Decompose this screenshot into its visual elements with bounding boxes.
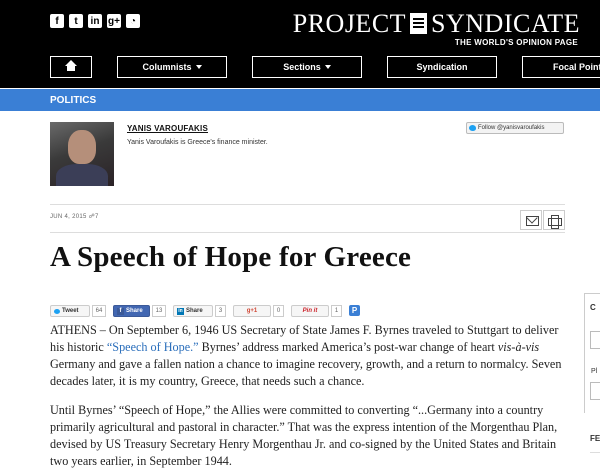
logo-word-project: PROJECT (292, 9, 407, 38)
nav-syndication-label: Syndication (416, 62, 468, 72)
twitter-follow-button[interactable]: Follow @yanisvaroufakis (466, 122, 564, 134)
facebook-share-label: Share (126, 308, 143, 314)
tweet-count: 64 (92, 305, 106, 317)
date-text: JUN 4, 2015 (50, 214, 87, 220)
tweet-label: Tweet (62, 308, 79, 314)
site-logo[interactable]: PROJECT SYNDICATE (293, 9, 580, 39)
linkedin-share-label: Share (186, 308, 203, 314)
comment-count[interactable]: ☍7 (89, 214, 99, 220)
nav-home-button[interactable] (50, 56, 92, 78)
author-bio: Yanis Varoufakis is Greece's finance min… (127, 139, 268, 146)
sidebar-heading: FE (590, 434, 600, 443)
linkedin-icon[interactable]: in (88, 14, 102, 28)
linkedin-count: 3 (215, 305, 226, 317)
sidebar-heading: C (590, 303, 596, 312)
tweet-button[interactable]: Tweet (50, 305, 90, 317)
divider (590, 452, 600, 453)
twitter-icon (54, 308, 60, 314)
section-bar: POLITICS (0, 89, 600, 111)
rss-icon[interactable]: ◔ (126, 14, 140, 28)
facebook-icon[interactable]: f (50, 14, 64, 28)
divider (50, 204, 565, 205)
nav-syndication[interactable]: Syndication (387, 56, 497, 78)
paragraph-text: Byrnes’ address marked America’s post-wa… (198, 340, 498, 354)
email-icon[interactable] (520, 210, 542, 230)
google-plus-button[interactable]: g+1 (233, 305, 271, 317)
paragraph-italic: vis-à-vis (497, 340, 540, 354)
paragraph-text: Germany and gave a fallen nation a chanc… (50, 357, 562, 388)
article-paragraph: Until Byrnes’ “Speech of Hope,” the Alli… (50, 403, 558, 468)
speech-of-hope-link[interactable]: “Speech of Hope.” (107, 340, 199, 354)
author-photo[interactable] (50, 122, 114, 186)
google-plus-count: 0 (273, 305, 284, 317)
nav-focal-points[interactable]: Focal Points (522, 56, 600, 78)
twitter-bird-icon (469, 125, 476, 131)
chevron-down-icon (195, 65, 202, 69)
nav-sections-label: Sections (283, 62, 321, 72)
pinterest-count: 1 (331, 305, 342, 317)
sidebar-input[interactable] (590, 382, 600, 400)
article-date: JUN 4, 2015 ☍7 (50, 213, 99, 220)
site-tagline: THE WORLD'S OPINION PAGE (454, 38, 578, 47)
facebook-count: 13 (152, 305, 166, 317)
document-icon (410, 13, 428, 34)
author-name-link[interactable]: YANIS VAROUFAKIS (127, 124, 208, 133)
author-face (68, 130, 96, 164)
nav-columnists[interactable]: Columnists (117, 56, 227, 78)
follow-label: Follow @yanisvaroufakis (478, 125, 545, 131)
sidebar-label: Pl (591, 368, 598, 375)
logo-word-syndicate: SYNDICATE (431, 9, 580, 38)
facebook-share-button[interactable]: f Share (113, 305, 150, 317)
chevron-down-icon (324, 65, 331, 69)
sidebar-input[interactable] (590, 331, 600, 349)
nav-focal-points-label: Focal Points (553, 62, 600, 72)
twitter-icon[interactable]: t (69, 14, 83, 28)
site-header: f t in g+ ◔ PROJECT SYNDICATE THE WORLD'S… (0, 0, 600, 88)
pinterest-button[interactable]: Pin it (291, 305, 329, 317)
section-label[interactable]: POLITICS (50, 95, 96, 106)
article-headline: A Speech of Hope for Greece (50, 241, 412, 273)
author-shirt (56, 164, 108, 186)
article-paragraph: ATHENS – On September 6, 1946 US Secreta… (50, 322, 570, 390)
nav-columnists-label: Columnists (142, 62, 192, 72)
social-links: f t in g+ ◔ (50, 14, 140, 28)
linkedin-icon: in (177, 307, 184, 315)
facebook-icon: f (117, 307, 124, 315)
nav-sections[interactable]: Sections (252, 56, 362, 78)
divider (50, 232, 565, 233)
linkedin-share-button[interactable]: in Share (173, 305, 213, 317)
print-icon[interactable] (543, 210, 565, 230)
home-icon (65, 60, 77, 72)
pocket-icon[interactable]: P (349, 305, 360, 316)
google-plus-icon[interactable]: g+ (107, 14, 121, 28)
